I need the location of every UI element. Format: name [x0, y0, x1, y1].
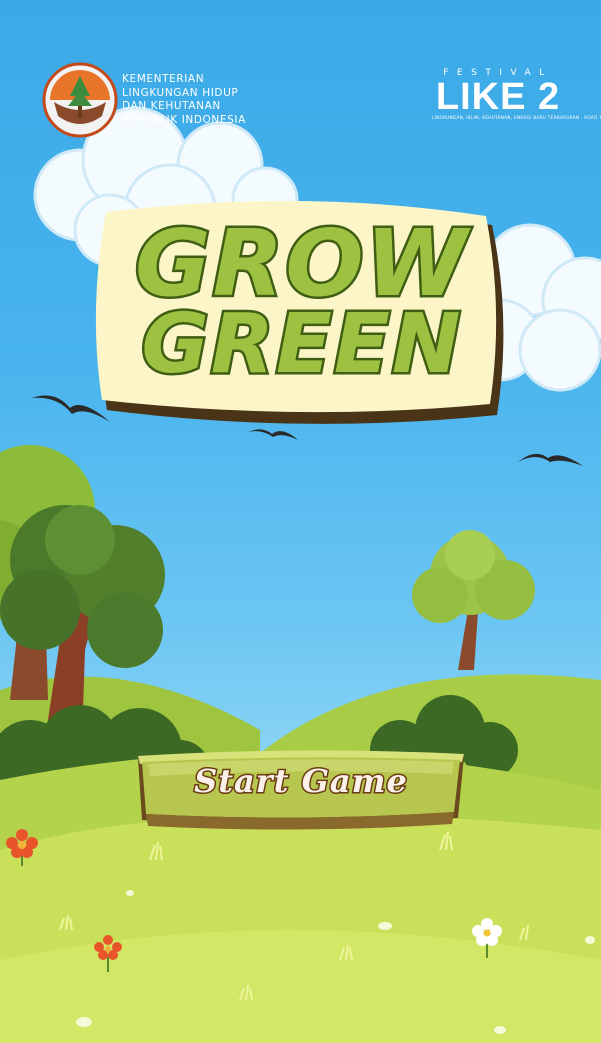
festival-name: LIKE 2: [435, 76, 561, 118]
ministry-line: REPUBLIK INDONESIA: [122, 113, 246, 126]
start-game-label: Start Game: [193, 761, 409, 802]
game-title: GROW GREEN: [92, 200, 512, 430]
tree-icon: [412, 530, 535, 670]
hill-highlight: [0, 930, 601, 1043]
game-scene: KEMENTERIAN LINGKUNGAN HIDUP DAN KEHUTAN…: [0, 0, 601, 1043]
title-line-2: GREEN: [139, 297, 463, 392]
ministry-line: KEMENTERIAN: [122, 73, 205, 85]
ministry-name: KEMENTERIAN LINGKUNGAN HIDUP DAN KEHUTAN…: [122, 73, 246, 127]
festival-logo: FESTIVAL LIKE 2 LINGKUNGAN, IKLIM, KEHUT…: [432, 68, 601, 120]
ministry-line: LINGKUNGAN HIDUP: [122, 86, 239, 99]
bird-icon: [248, 429, 298, 440]
ministry-emblem-icon: [42, 62, 118, 138]
background-art: [0, 106, 601, 1043]
bird-icon: [518, 453, 583, 466]
ministry-line: DAN KEHUTANAN: [122, 100, 221, 112]
start-game-button[interactable]: Start Game: [132, 748, 470, 840]
ministry-brand: KEMENTERIAN LINGKUNGAN HIDUP DAN KEHUTAN…: [42, 62, 246, 138]
festival-tagline: LINGKUNGAN, IKLIM, KEHUTANAN, ENERGI BAR…: [432, 115, 601, 120]
